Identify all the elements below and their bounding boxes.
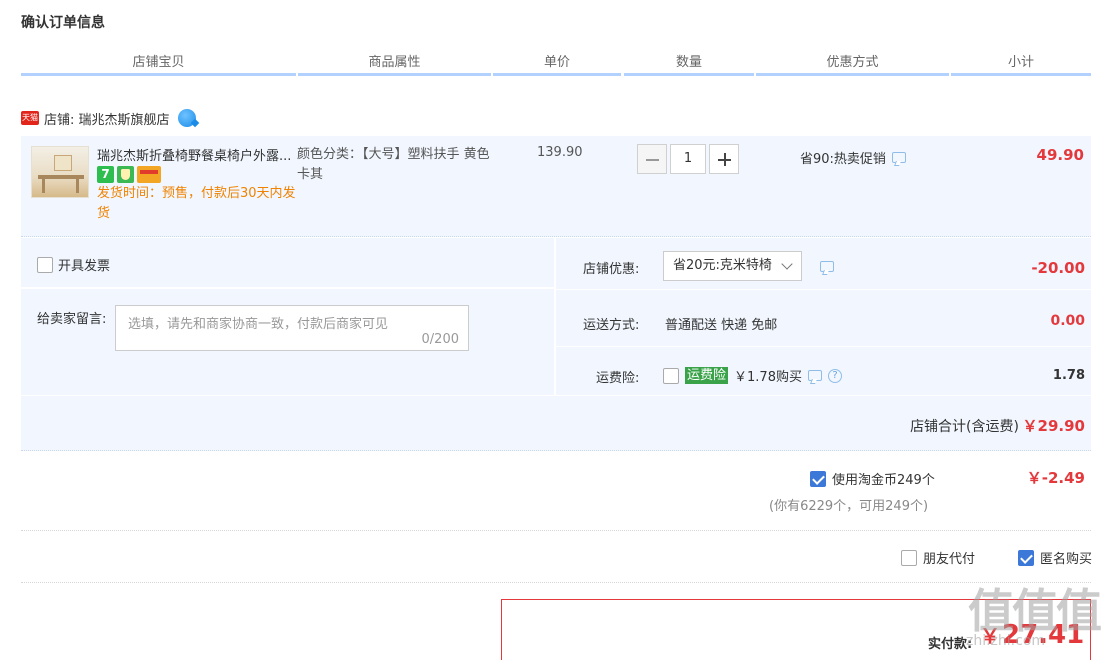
quantity-stepper: 1 <box>637 144 739 174</box>
insurance-option: 运费险 ￥1.78购买 ? <box>663 366 842 385</box>
unit-price: 139.90 <box>537 145 583 160</box>
section-title: 确认订单信息 <box>21 15 105 31</box>
coins-checkbox[interactable] <box>810 470 826 487</box>
product-attributes: 颜色分类：【大号】塑料扶手 黄色卡其 <box>297 147 490 182</box>
column-attributes: 商品属性 <box>298 52 491 76</box>
coins-label: 使用淘金币249个 <box>832 473 935 488</box>
friend-pay-checkbox[interactable] <box>901 549 917 566</box>
payment-amount-value: 27.41 <box>1002 620 1085 650</box>
anonymous-option[interactable]: 匿名购买 <box>1018 548 1092 567</box>
shop-name[interactable]: 店铺: 瑞兆杰斯旗舰店 <box>44 109 170 128</box>
column-subtotal: 小计 <box>951 52 1091 76</box>
shop-line: 天猫 店铺: 瑞兆杰斯旗舰店 <box>21 108 196 128</box>
guarantee-shield-icon <box>117 166 134 183</box>
item-subtotal: 49.90 <box>1036 146 1084 164</box>
divider <box>21 582 1091 583</box>
column-quantity: 数量 <box>624 52 754 76</box>
comment-icon[interactable] <box>891 152 906 163</box>
tmall-icon: 天猫 <box>21 111 39 125</box>
insurance-label: 运费险: <box>596 371 640 386</box>
shipping-method: 普通配送 快递 免邮 <box>665 318 778 333</box>
shop-total-amount: ￥29.90 <box>1022 417 1085 435</box>
promotion-text: 省90:热卖促销 <box>800 152 886 167</box>
column-unit-price: 单价 <box>493 52 621 76</box>
insurance-checkbox[interactable] <box>663 367 679 384</box>
invoice-option[interactable]: 开具发票 <box>37 255 110 274</box>
credit-card-icon <box>137 166 161 183</box>
friend-pay-label: 朋友代付 <box>923 552 976 567</box>
shop-discount-select[interactable]: 省20元:克米特椅 <box>663 251 802 281</box>
coins-option[interactable]: 使用淘金币249个 <box>810 469 935 488</box>
column-header: 店铺宝贝 商品属性 单价 数量 优惠方式 小计 <box>21 52 1091 76</box>
shipping-amount: 0.00 <box>1050 313 1085 329</box>
service-badges: 7 <box>97 166 161 183</box>
help-icon[interactable]: ? <box>827 368 842 383</box>
wangwang-chat-icon[interactable] <box>177 109 196 127</box>
column-discount: 优惠方式 <box>756 52 949 76</box>
product-thumbnail[interactable] <box>31 146 89 198</box>
anonymous-label: 匿名购买 <box>1040 552 1093 567</box>
discount-comment-icon[interactable] <box>820 261 834 272</box>
seller-message-input[interactable]: 选填，请先和商家协商一致，付款后商家可见 0/200 <box>115 305 469 351</box>
insurance-amount: 1.78 <box>1052 368 1085 383</box>
shop-discount-label: 店铺优惠: <box>583 262 640 277</box>
coins-note: (你有6229个，可用249个) <box>769 499 929 514</box>
invoice-label: 开具发票 <box>58 259 111 274</box>
insurance-comment-icon[interactable] <box>807 370 822 381</box>
shop-discount-selected: 省20元:克米特椅 <box>673 258 772 273</box>
invoice-checkbox[interactable] <box>37 256 53 273</box>
insurance-price: ￥1.78购买 <box>734 370 802 385</box>
shop-discount-amount: -20.00 <box>1031 259 1085 277</box>
divider <box>21 530 1091 531</box>
shop-total-label: 店铺合计(含运费) <box>910 419 1019 435</box>
coins-amount: ￥-2.49 <box>1026 469 1085 487</box>
seven-day-return-icon: 7 <box>97 166 114 183</box>
payment-amount: ￥27.41 <box>980 620 1084 650</box>
quantity-increase-button[interactable] <box>709 144 739 174</box>
message-label: 给卖家留言: <box>37 312 107 327</box>
quantity-input[interactable]: 1 <box>670 144 706 174</box>
product-title-link[interactable]: 瑞兆杰斯折叠椅野餐桌椅户外露... <box>97 145 293 164</box>
chevron-down-icon <box>781 258 793 270</box>
item-promotion: 省90:热卖促销 <box>800 148 906 167</box>
payment-label: 实付款: <box>928 637 973 652</box>
ship-time-note: 发货时间：预售，付款后30天内发货 <box>97 186 296 221</box>
column-shop-item: 店铺宝贝 <box>21 52 296 76</box>
currency-symbol: ￥ <box>980 624 1000 648</box>
quantity-decrease-button[interactable] <box>637 144 667 174</box>
insurance-tag: 运费险 <box>685 367 729 384</box>
message-placeholder: 选填，请先和商家协商一致，付款后商家可见 <box>128 317 389 332</box>
shipping-label: 运送方式: <box>583 318 640 333</box>
friend-pay-option[interactable]: 朋友代付 <box>901 548 975 567</box>
message-char-count: 0/200 <box>421 332 459 347</box>
item-row: 瑞兆杰斯折叠椅野餐桌椅户外露... 7 发货时间：预售，付款后30天内发货 颜色… <box>21 136 1091 237</box>
anonymous-checkbox[interactable] <box>1018 549 1034 566</box>
